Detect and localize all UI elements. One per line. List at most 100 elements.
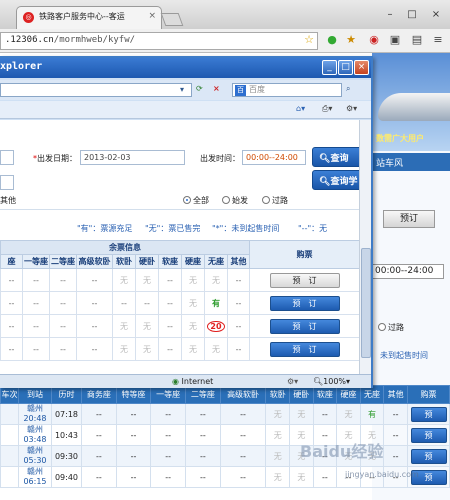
- minimize-icon[interactable]: –: [382, 8, 398, 22]
- seat-cell-highlight: 20: [204, 314, 228, 338]
- train-cell: [0, 403, 19, 425]
- to-station-input[interactable]: [0, 175, 14, 190]
- zoom-control[interactable]: 🔍︎100%▾: [313, 377, 350, 386]
- legend-wu: "无"：票已售完: [145, 224, 201, 233]
- banner-image: 数需广大用户: [372, 53, 450, 151]
- close-tab-icon[interactable]: ×: [148, 11, 156, 21]
- from-station-input[interactable]: [0, 150, 14, 165]
- url-domain: .12306.cn: [5, 35, 54, 45]
- radio-all[interactable]: 全部: [183, 195, 209, 206]
- train-cell: [0, 445, 19, 467]
- book-button[interactable]: 预 订: [269, 341, 340, 357]
- new-tab-button[interactable]: [160, 13, 184, 26]
- header-cell: 一等座: [22, 254, 50, 269]
- radio-pass[interactable]: 过路: [262, 195, 288, 206]
- seat-cell: 无: [289, 466, 314, 488]
- star-extension-icon[interactable]: ★: [344, 32, 358, 48]
- ie-search-input[interactable]: 百百度: [232, 83, 342, 97]
- buy-cell: 预: [407, 445, 450, 467]
- table-row: -- -- -- -- 无无 -- 无 20 -- 预 订: [0, 314, 359, 338]
- ie-page-content: *出发日期： 2013-02-03 出发时间： 00:00--24:00 🔍︎查…: [0, 120, 359, 374]
- ie-address-input[interactable]: [0, 83, 192, 97]
- buy-cell: 预 订: [249, 337, 359, 361]
- book-button[interactable]: 预: [410, 448, 447, 464]
- search-icon: 🔍︎: [319, 177, 331, 187]
- seat-cell: --: [112, 291, 136, 315]
- seat-cell: 有: [359, 403, 385, 425]
- station-name: 赣州: [27, 404, 43, 413]
- ie-close-icon[interactable]: ×: [354, 60, 369, 75]
- legend-star: "*"：未到起售时间: [212, 224, 280, 233]
- seat-cell: --: [185, 445, 221, 467]
- arrive-time: 06:15: [23, 477, 47, 486]
- query-student-label: 查询学: [330, 177, 358, 187]
- table-row: -- -- -- -- -- -- -- 无有 -- 预 订: [0, 291, 359, 315]
- protected-mode-icon[interactable]: ⚙▾: [287, 377, 298, 386]
- buy-cell: 预 订: [249, 291, 359, 315]
- background-book-button[interactable]: 预订: [383, 210, 435, 228]
- station-cell: 赣州 06:15: [18, 466, 52, 488]
- adblock-icon[interactable]: ◉: [367, 32, 381, 48]
- background-time-select[interactable]: 00:00--24:00: [372, 264, 444, 279]
- seat-cell: --: [226, 268, 251, 292]
- other-label: 其他: [0, 196, 16, 205]
- header-cell: 一等座: [150, 385, 187, 404]
- query-button[interactable]: 🔍︎查询: [312, 147, 359, 167]
- background-radio-guolu[interactable]: 过路: [378, 322, 404, 333]
- dropdown-arrow-icon[interactable]: ▾: [180, 85, 184, 94]
- extension-icon[interactable]: ●: [325, 32, 339, 48]
- radio-start[interactable]: 始发: [222, 195, 248, 206]
- vertical-scrollbar[interactable]: [359, 120, 371, 374]
- url-path: /mormhweb/kyfw/: [53, 35, 136, 45]
- refresh-icon[interactable]: ⟳: [196, 84, 203, 93]
- departure-time-select[interactable]: 00:00--24:00: [242, 150, 306, 165]
- zoom-icon: 🔍︎: [313, 377, 324, 386]
- scrollbar-thumb[interactable]: [361, 248, 371, 358]
- settings-wrench-icon[interactable]: ≡: [431, 32, 445, 48]
- book-button[interactable]: 预 订: [269, 272, 340, 288]
- stop-icon[interactable]: ×: [213, 84, 220, 93]
- search-icon[interactable]: ⌕: [346, 84, 350, 94]
- book-button[interactable]: 预: [410, 406, 447, 422]
- header-cell: 高级软卧: [219, 385, 267, 404]
- seat-cell: --: [185, 424, 221, 446]
- bookmark-star-icon[interactable]: ☆: [302, 32, 316, 48]
- print-icon[interactable]: ⎙▾: [322, 104, 332, 114]
- browser-tab[interactable]: ◎ 铁路客户服务中心--客运 ×: [16, 6, 162, 29]
- maximize-icon[interactable]: □: [404, 8, 420, 22]
- seat-cell: --: [185, 403, 221, 425]
- header-cell: 硬座: [336, 385, 361, 404]
- close-window-icon[interactable]: ×: [428, 8, 444, 22]
- query-student-button[interactable]: 🔍︎查询学: [312, 170, 359, 190]
- seat-cell: --: [76, 291, 113, 315]
- ie-maximize-icon[interactable]: □: [338, 60, 353, 75]
- group-header: 余票信息: [0, 240, 251, 255]
- background-nav-item[interactable]: 站车风: [372, 153, 450, 171]
- seat-cell: 无: [181, 291, 205, 315]
- seat-cell: --: [158, 314, 182, 338]
- duration-cell: 09:30: [51, 445, 82, 467]
- ie-minimize-icon[interactable]: _: [322, 60, 337, 75]
- header-cell: 到站: [18, 385, 52, 404]
- book-button[interactable]: 预: [410, 427, 447, 443]
- seat-cell: 无: [181, 314, 205, 338]
- table-header-row: 车次 到站 历时 商务座 特等座 一等座 二等座 高级软卧 软卧 硬卧 软座 硬…: [0, 385, 450, 404]
- departure-date-input[interactable]: 2013-02-03: [80, 150, 185, 165]
- book-button[interactable]: 预 订: [269, 295, 340, 311]
- watermark-logo: Baidu经验: [300, 442, 384, 461]
- station-name: 赣州: [27, 446, 43, 455]
- table-group-header-row: 余票信息 购票: [0, 240, 359, 269]
- ie-title-bar[interactable]: xplorer: [0, 58, 371, 78]
- seat-cell: --: [219, 466, 267, 488]
- time-label: 出发时间：: [200, 154, 240, 163]
- book-button[interactable]: 预 订: [269, 318, 340, 334]
- legend-you: "有"：票源充足: [77, 224, 133, 233]
- address-bar[interactable]: .12306.cn/mormhweb/kyfw/: [0, 32, 318, 50]
- seat-cell: --: [115, 424, 152, 446]
- seat-cell: --: [185, 466, 221, 488]
- page-menu-icon[interactable]: ▤: [410, 32, 424, 48]
- camera-icon[interactable]: ▣: [388, 32, 402, 48]
- tools-icon[interactable]: ⚙▾: [346, 104, 357, 113]
- header-cell: 硬卧: [135, 254, 159, 269]
- home-icon[interactable]: ⌂▾: [296, 104, 305, 113]
